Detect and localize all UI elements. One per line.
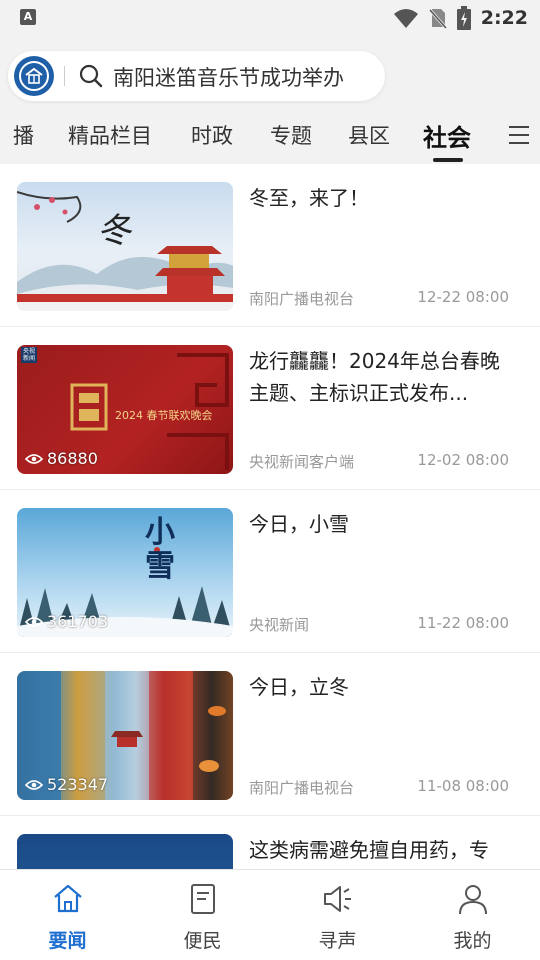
nav-item-voice[interactable]: 寻声 [270,870,405,960]
no-sim-icon [428,9,447,29]
battery-charging-icon [456,6,471,30]
category-tabs: 播 精品栏目 时政 专题 县区 社会 [0,116,540,164]
nav-label: 我的 [453,930,492,952]
news-date: 11-22 08:00 [417,614,509,632]
header: 南阳迷笛音乐节成功举办 播 精品栏目 时政 专题 县区 社会 [0,36,540,164]
nav-item-services[interactable]: 便民 [135,870,270,960]
tab-broadcast[interactable]: 播 [0,120,34,150]
notification-badge-icon: A [20,9,36,25]
news-date: 11-08 08:00 [417,777,509,795]
thumbnail-caption: 小雪 [145,515,175,584]
view-count-value: 523347 [47,775,109,794]
active-tab-indicator [433,158,463,162]
status-bar: A 2:22 [0,0,540,36]
clock: 2:22 [480,7,528,29]
list-item[interactable]: 小雪 361703 今日，小雪 央视新闻 11-22 08:00 [0,490,540,653]
eye-icon [25,616,43,627]
list-item[interactable]: 这类病需避免擅自用药，专 [0,816,540,869]
eye-icon [25,779,43,790]
news-thumbnail [17,834,233,869]
news-list: 冬 冬至，来了！ 南阳广播电视台 12-22 08:00 央视 新闻 2024 … [0,164,540,869]
svg-text:冬: 冬 [97,211,133,251]
view-count-value: 361703 [47,612,109,631]
tab-county[interactable]: 县区 [348,120,390,150]
list-item[interactable]: 冬 冬至，来了！ 南阳广播电视台 12-22 08:00 [0,164,540,327]
bottom-nav: 要闻 便民 寻声 我的 [0,869,540,960]
tab-featured[interactable]: 精品栏目 [68,120,152,150]
home-icon [53,884,82,913]
news-thumbnail: 冬 [17,182,233,311]
nav-item-profile[interactable]: 我的 [405,870,540,960]
list-item[interactable]: 央视 新闻 2024 春节联欢晚会 86880 龙行龘龘！2024年总台春晚主题… [0,327,540,490]
view-count: 86880 [25,449,98,468]
news-source: 央视新闻 [249,616,310,634]
news-title: 今日，立冬 [249,675,349,699]
news-thumbnail: 央视 新闻 2024 春节联欢晚会 86880 [17,345,233,474]
tab-politics[interactable]: 时政 [191,120,233,150]
nav-label: 要闻 [48,930,87,952]
news-date: 12-02 08:00 [417,451,509,469]
person-icon [458,885,487,915]
news-title: 今日，小雪 [249,512,349,536]
tab-special[interactable]: 专题 [270,120,312,150]
app-logo-icon [14,56,54,96]
tab-society[interactable]: 社会 [423,118,471,153]
list-item[interactable]: 523347 今日，立冬 南阳广播电视台 11-08 08:00 [0,653,540,816]
cctv-news-badge: 央视 新闻 [22,348,35,362]
news-title: 冬至，来了！ [249,186,369,210]
search-input[interactable]: 南阳迷笛音乐节成功举办 [113,62,344,92]
news-source: 南阳广播电视台 [249,779,355,797]
news-thumbnail: 小雪 361703 [17,508,233,637]
news-source: 南阳广播电视台 [249,290,355,308]
book-icon [190,884,215,914]
nav-label: 寻声 [318,930,357,952]
news-title: 龙行龘龘！2024年总台春晚主题、主标识正式发布... [249,349,500,405]
thumbnail-caption: 2024 春节联欢晚会 [115,409,213,422]
speaker-icon [323,886,351,912]
eye-icon [25,453,43,464]
news-date: 12-22 08:00 [417,288,509,306]
view-count: 361703 [25,612,108,631]
search-divider [64,66,65,86]
wifi-icon [393,9,418,28]
status-icons: 2:22 [393,5,528,31]
news-source: 央视新闻客户端 [249,453,355,471]
search-bar[interactable]: 南阳迷笛音乐节成功举办 [8,51,385,101]
menu-icon[interactable] [508,124,530,146]
search-icon [79,64,103,88]
view-count-value: 86880 [47,449,98,468]
view-count: 523347 [25,775,108,794]
news-title: 这类病需避免擅自用药，专 [249,838,489,862]
nav-label: 便民 [183,930,222,952]
news-thumbnail: 523347 [17,671,233,800]
nav-item-news[interactable]: 要闻 [0,870,135,960]
